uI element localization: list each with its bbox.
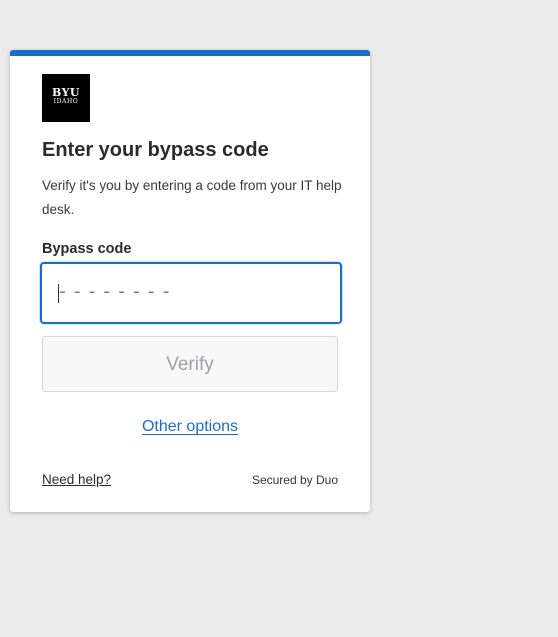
logo-text-idaho: IDAHO	[53, 98, 79, 105]
other-options-container: Other options	[10, 417, 370, 437]
verify-button[interactable]: Verify	[42, 336, 338, 392]
page-title: Enter your bypass code	[42, 139, 269, 161]
card-accent-bar	[10, 50, 370, 56]
auth-card: BYU IDAHO Enter your bypass code Verify …	[10, 50, 370, 512]
logo-text-byu: BYU	[51, 86, 81, 99]
bypass-code-field-wrapper[interactable]	[40, 262, 342, 324]
bypass-code-input[interactable]	[42, 264, 340, 322]
byu-idaho-logo: BYU IDAHO	[42, 74, 90, 122]
other-options-link[interactable]: Other options	[142, 418, 238, 435]
secured-by-duo-text: Secured by Duo	[251, 473, 338, 487]
need-help-link[interactable]: Need help?	[42, 471, 111, 489]
bypass-code-label: Bypass code	[42, 241, 132, 257]
page-description: Verify it's you by entering a code from …	[42, 178, 342, 217]
text-caret	[58, 284, 59, 303]
